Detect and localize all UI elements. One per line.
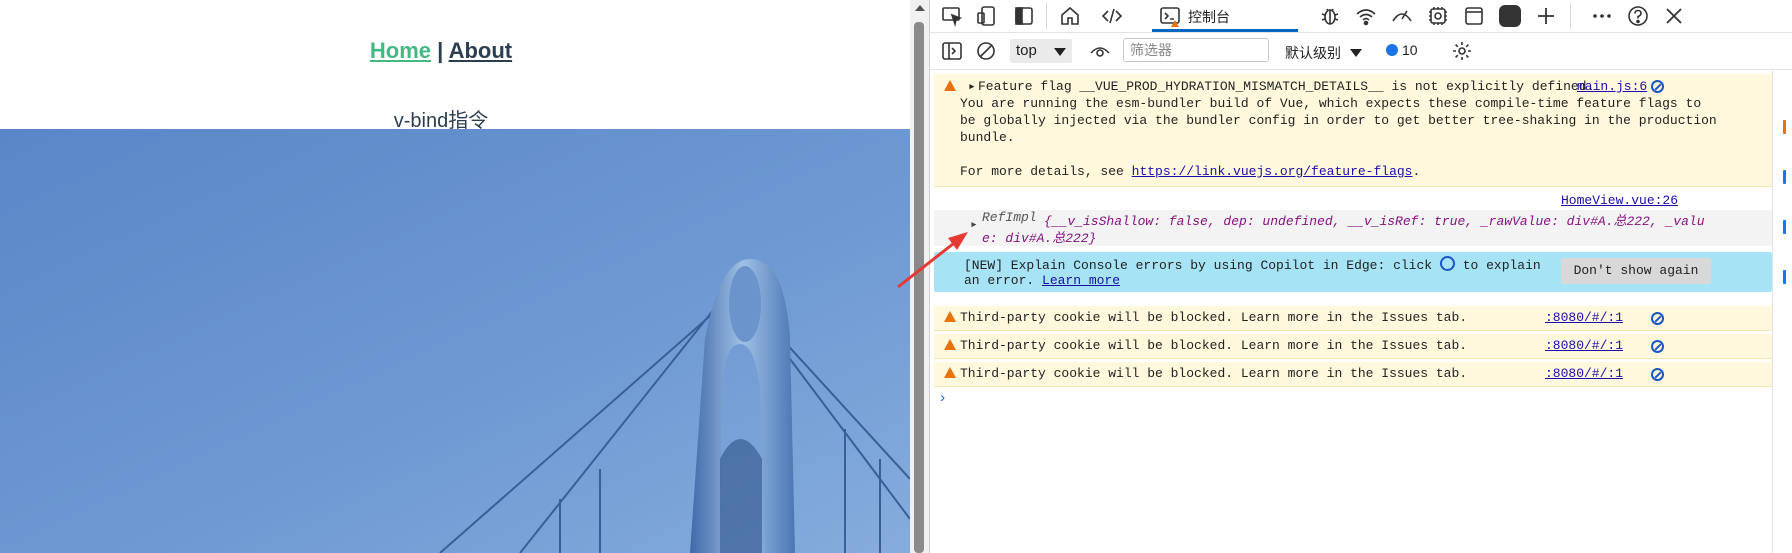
log-levels-dropdown[interactable]: 默认级别 <box>1285 43 1341 63</box>
devtools-panel: 控制台 top 筛选器 默认级别 10 ▸ Feature flag __VUE… <box>930 0 1792 553</box>
cookie-warning-text: Third-party cookie will be blocked. Lear… <box>960 338 1468 353</box>
bridge-image <box>0 129 910 553</box>
application-icon[interactable] <box>1462 4 1486 28</box>
performance-icon[interactable] <box>1390 4 1414 28</box>
scroll-up-arrow[interactable] <box>915 5 925 11</box>
console-output: ▸ Feature flag __VUE_PROD_HYDRATION_MISM… <box>930 70 1792 553</box>
elements-icon[interactable] <box>1100 4 1124 28</box>
eye-icon[interactable] <box>1088 39 1112 63</box>
devtools-tab-bar: 控制台 <box>930 0 1792 33</box>
cookie-warning: Third-party cookie will be blocked. Lear… <box>934 334 1772 359</box>
record-icon[interactable] <box>1498 4 1522 28</box>
side-marker <box>1783 170 1786 184</box>
device-icon[interactable] <box>976 4 1000 28</box>
clear-icon[interactable] <box>974 39 998 63</box>
warning-text: You are running the esm-bundler build of… <box>960 96 1702 111</box>
console-scrollbar[interactable] <box>1772 70 1773 553</box>
warning-text: bundle. <box>960 130 1015 145</box>
scroll-thumb[interactable] <box>914 22 924 553</box>
page-scrollbar[interactable] <box>910 0 929 553</box>
source-link[interactable]: main.js:6 <box>1577 79 1647 94</box>
banner-suffix: to explain <box>1462 258 1541 273</box>
side-marker <box>1783 270 1786 284</box>
banner-text-2: an error. Learn more <box>964 273 1120 288</box>
console-settings-icon[interactable] <box>1450 39 1474 63</box>
issues-count: 10 <box>1402 42 1418 58</box>
copilot-icon[interactable] <box>1439 256 1455 271</box>
network-icon[interactable] <box>1354 4 1378 28</box>
source-link[interactable]: :8080/#/:1 <box>1545 366 1623 381</box>
dock-icon[interactable] <box>1012 4 1036 28</box>
source-link[interactable]: :8080/#/:1 <box>1545 310 1623 325</box>
warning-message: ▸ Feature flag __VUE_PROD_HYDRATION_MISM… <box>934 74 1772 187</box>
warning-icon <box>944 311 956 322</box>
side-marker <box>1783 120 1786 134</box>
banner-line2: an error. <box>964 273 1035 288</box>
warning-icon <box>944 80 956 91</box>
copilot-icon[interactable] <box>1651 312 1664 325</box>
context-value: top <box>1016 42 1037 59</box>
expand-triangle-icon[interactable]: ▸ <box>970 217 978 232</box>
console-prompt[interactable]: › <box>938 390 947 407</box>
close-icon[interactable] <box>1662 4 1686 28</box>
plus-icon[interactable] <box>1534 4 1558 28</box>
warning-icon <box>944 339 956 350</box>
copilot-banner: [NEW] Explain Console errors by using Co… <box>934 252 1772 292</box>
more-icon[interactable] <box>1590 4 1614 28</box>
help-icon[interactable] <box>1626 4 1650 28</box>
console-icon <box>1158 4 1182 28</box>
details-suffix: . <box>1412 164 1421 179</box>
sources-icon[interactable] <box>1318 4 1342 28</box>
home-icon[interactable] <box>1058 4 1082 28</box>
nav-separator: | <box>437 38 444 63</box>
log-message: HomeView.vue:26 ▸ RefImpl {__v_isShallow… <box>934 190 1772 246</box>
log-object-text: {__v_isShallow: false, dep: undefined, _… <box>1044 214 1705 229</box>
learn-more-link[interactable]: Learn more <box>1042 273 1120 288</box>
issues-badge-icon <box>1386 44 1398 56</box>
banner-prefix: [NEW] Explain Console errors by using Co… <box>964 258 1433 273</box>
dont-show-again-button[interactable]: Don't show again <box>1561 258 1711 284</box>
warning-text: be globally injected via the bundler con… <box>960 113 1717 128</box>
nav-home-link[interactable]: Home <box>370 38 431 63</box>
source-link[interactable]: :8080/#/:1 <box>1545 338 1623 353</box>
context-selector[interactable]: top <box>1010 39 1072 63</box>
active-tab-indicator <box>1152 29 1298 32</box>
copilot-icon[interactable] <box>1651 368 1664 381</box>
details-prefix: For more details, see <box>960 164 1124 179</box>
copilot-icon[interactable] <box>1651 340 1664 353</box>
copilot-icon[interactable] <box>1651 80 1664 93</box>
cookie-warning: Third-party cookie will be blocked. Lear… <box>934 306 1772 331</box>
banner-text: [NEW] Explain Console errors by using Co… <box>964 256 1541 273</box>
tab-console[interactable]: 控制台 <box>1152 0 1298 32</box>
chevron-down-icon <box>1350 49 1362 57</box>
filter-input[interactable] <box>1123 38 1269 62</box>
sidebar-icon[interactable] <box>940 39 964 63</box>
chevron-down-icon <box>1054 48 1066 56</box>
warning-text-details: For more details, see https://link.vuejs… <box>960 164 1420 179</box>
page-viewport: Home | About v-bind指令 <box>0 0 910 553</box>
warning-text: Feature flag __VUE_PROD_HYDRATION_MISMAT… <box>978 79 1595 94</box>
issues-counter[interactable]: 10 <box>1386 42 1418 58</box>
tab-console-label: 控制台 <box>1188 9 1230 25</box>
nav-about-link[interactable]: About <box>449 38 513 63</box>
source-link[interactable]: HomeView.vue:26 <box>1561 193 1678 208</box>
feature-flags-link[interactable]: https://link.vuejs.org/feature-flags <box>1132 164 1413 179</box>
console-toolbar: top 默认级别 10 <box>930 33 1792 70</box>
log-class-name: RefImpl <box>982 210 1037 225</box>
inspect-icon[interactable] <box>940 4 964 28</box>
cookie-warning-text: Third-party cookie will be blocked. Lear… <box>960 366 1468 381</box>
settings-gear-icon[interactable] <box>1426 4 1450 28</box>
warning-icon <box>944 367 956 378</box>
nav-bar: Home | About <box>0 38 882 64</box>
expand-triangle-icon[interactable]: ▸ <box>968 79 976 94</box>
side-marker <box>1783 220 1786 234</box>
log-object-text: e: div#A.总222} <box>982 231 1097 246</box>
cookie-warning-text: Third-party cookie will be blocked. Lear… <box>960 310 1468 325</box>
cookie-warning: Third-party cookie will be blocked. Lear… <box>934 362 1772 387</box>
